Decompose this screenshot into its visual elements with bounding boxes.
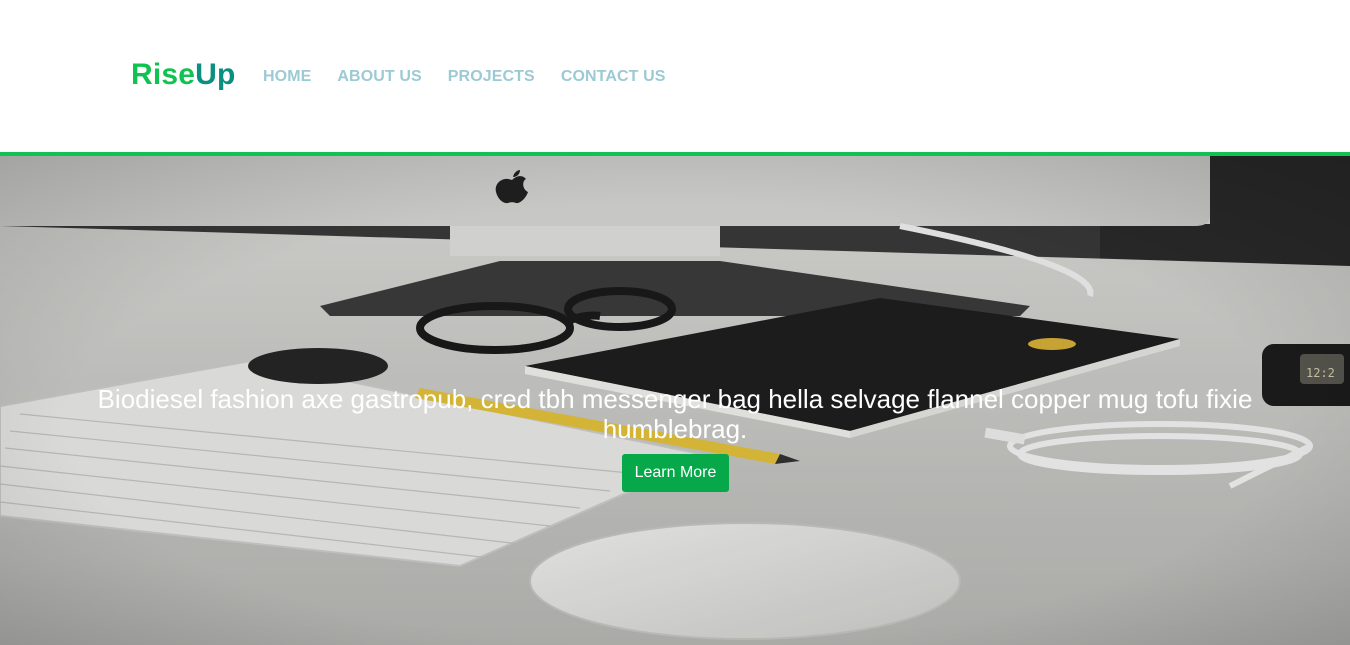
- nav-projects-link[interactable]: PROJECTS: [448, 68, 535, 86]
- site-header: RiseUp HOME ABOUT US PROJECTS CONTACT US: [0, 0, 1350, 152]
- hero-section: 12:2 Biodiesel fashion axe gastropub, cr…: [0, 156, 1350, 645]
- logo-text-rise: Rise: [131, 58, 196, 91]
- learn-more-button[interactable]: Learn More: [622, 454, 729, 492]
- hero-headline: Biodiesel fashion axe gastropub, cred tb…: [97, 384, 1253, 444]
- logo-text-up: Up: [195, 58, 236, 91]
- main-nav: HOME ABOUT US PROJECTS CONTACT US: [263, 68, 666, 86]
- nav-home-link[interactable]: HOME: [263, 68, 311, 86]
- nav-about-us-link[interactable]: ABOUT US: [337, 68, 421, 86]
- nav-contact-us-link[interactable]: CONTACT US: [561, 68, 666, 86]
- site-logo[interactable]: RiseUp: [131, 56, 236, 94]
